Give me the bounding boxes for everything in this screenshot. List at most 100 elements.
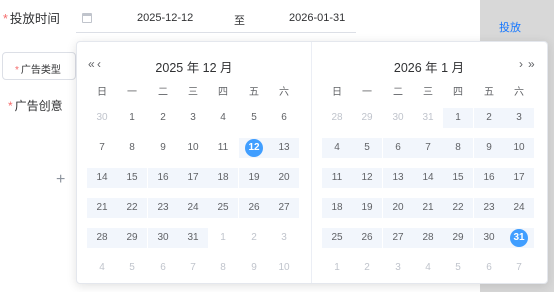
date-cell[interactable]: 7 xyxy=(504,258,534,278)
date-cell[interactable]: 12 xyxy=(352,168,382,188)
date-cell[interactable]: 4 xyxy=(87,258,117,278)
date-cell[interactable]: 23 xyxy=(148,198,178,218)
side-link[interactable]: 投放 xyxy=(499,19,521,35)
date-cell[interactable]: 24 xyxy=(178,198,208,218)
date-cell[interactable]: 21 xyxy=(413,198,443,218)
date-cell[interactable]: 29 xyxy=(117,228,147,248)
date-cell[interactable]: 28 xyxy=(87,228,117,248)
date-cell[interactable]: 1 xyxy=(117,108,147,128)
date-cell[interactable]: 13 xyxy=(383,168,413,188)
date-cell[interactable]: 7 xyxy=(178,258,208,278)
date-cell[interactable]: 4 xyxy=(322,138,352,158)
date-cell[interactable]: 3 xyxy=(504,108,534,128)
date-cell[interactable]: 31 xyxy=(178,228,208,248)
date-cell[interactable]: 20 xyxy=(383,198,413,218)
date-range-input[interactable]: 2025-12-12 至 2026-01-31 xyxy=(76,3,356,33)
date-cell[interactable]: 2 xyxy=(352,258,382,278)
next-month-button[interactable]: › xyxy=(519,57,523,71)
date-cell[interactable]: 10 xyxy=(178,138,208,158)
date-cell[interactable]: 11 xyxy=(208,138,238,158)
next-year-button[interactable]: » xyxy=(528,57,535,71)
date-cell[interactable]: 30 xyxy=(148,228,178,248)
date-number: 29 xyxy=(452,232,464,243)
date-cell[interactable]: 9 xyxy=(239,258,269,278)
date-cell[interactable]: 22 xyxy=(117,198,147,218)
date-cell[interactable]: 23 xyxy=(474,198,504,218)
date-cell[interactable]: 27 xyxy=(383,228,413,248)
date-cell[interactable]: 22 xyxy=(443,198,473,218)
date-cell[interactable]: 30 xyxy=(383,108,413,128)
date-cell[interactable]: 9 xyxy=(474,138,504,158)
date-cell[interactable]: 31 xyxy=(413,108,443,128)
selected-date-cell[interactable]: 31 xyxy=(504,228,534,248)
date-cell[interactable]: 8 xyxy=(443,138,473,158)
date-cell[interactable]: 18 xyxy=(208,168,238,188)
date-cell[interactable]: 9 xyxy=(148,138,178,158)
date-cell[interactable]: 21 xyxy=(87,198,117,218)
date-cell[interactable]: 14 xyxy=(413,168,443,188)
date-cell[interactable]: 5 xyxy=(239,108,269,128)
date-number: 29 xyxy=(361,112,373,123)
date-cell[interactable]: 4 xyxy=(413,258,443,278)
date-cell[interactable]: 6 xyxy=(269,108,299,128)
date-number: 10 xyxy=(278,262,290,273)
date-cell[interactable]: 5 xyxy=(443,258,473,278)
date-cell[interactable]: 25 xyxy=(208,198,238,218)
plus-icon[interactable]: + xyxy=(56,171,65,189)
date-cell[interactable]: 28 xyxy=(413,228,443,248)
date-cell[interactable]: 3 xyxy=(383,258,413,278)
date-cell[interactable]: 15 xyxy=(117,168,147,188)
date-cell[interactable]: 1 xyxy=(322,258,352,278)
date-cell[interactable]: 2 xyxy=(148,108,178,128)
date-cell[interactable]: 6 xyxy=(474,258,504,278)
date-cell[interactable]: 30 xyxy=(87,108,117,128)
date-cell[interactable]: 25 xyxy=(322,228,352,248)
date-cell[interactable]: 3 xyxy=(178,108,208,128)
date-cell[interactable]: 15 xyxy=(443,168,473,188)
date-cell[interactable]: 27 xyxy=(269,198,299,218)
end-date-input[interactable]: 2026-01-31 xyxy=(289,12,345,24)
date-cell[interactable]: 7 xyxy=(87,138,117,158)
date-cell[interactable]: 30 xyxy=(474,228,504,248)
date-cell[interactable]: 8 xyxy=(208,258,238,278)
date-cell[interactable]: 29 xyxy=(443,228,473,248)
date-cell[interactable]: 19 xyxy=(352,198,382,218)
date-cell[interactable]: 20 xyxy=(269,168,299,188)
date-cell[interactable]: 10 xyxy=(269,258,299,278)
date-cell[interactable]: 16 xyxy=(474,168,504,188)
date-cell[interactable]: 16 xyxy=(148,168,178,188)
selected-date-cell[interactable]: 12 xyxy=(239,138,269,158)
creative-upload-area[interactable] xyxy=(8,126,76,236)
date-cell[interactable]: 2 xyxy=(474,108,504,128)
date-cell[interactable]: 26 xyxy=(352,228,382,248)
date-cell[interactable]: 4 xyxy=(208,108,238,128)
date-cell[interactable]: 18 xyxy=(322,198,352,218)
date-cell[interactable]: 24 xyxy=(504,198,534,218)
date-cell[interactable]: 8 xyxy=(117,138,147,158)
date-cell[interactable]: 3 xyxy=(269,228,299,248)
date-cell[interactable]: 28 xyxy=(322,108,352,128)
date-cell[interactable]: 5 xyxy=(352,138,382,158)
date-cell[interactable]: 19 xyxy=(239,168,269,188)
start-date-input[interactable]: 2025-12-12 xyxy=(137,12,193,24)
date-cell[interactable]: 13 xyxy=(269,138,299,158)
date-cell[interactable]: 11 xyxy=(322,168,352,188)
date-cell[interactable]: 17 xyxy=(178,168,208,188)
date-cell[interactable]: 1 xyxy=(208,228,238,248)
date-number: 27 xyxy=(278,202,290,213)
date-number: 18 xyxy=(331,202,343,213)
ad-type-field[interactable]: * 广告类型 xyxy=(2,52,76,80)
calendar-icon xyxy=(82,13,92,23)
date-cell[interactable]: 6 xyxy=(148,258,178,278)
date-number: 16 xyxy=(483,172,495,183)
date-cell[interactable]: 6 xyxy=(383,138,413,158)
date-cell[interactable]: 7 xyxy=(413,138,443,158)
date-cell[interactable]: 26 xyxy=(239,198,269,218)
date-cell[interactable]: 17 xyxy=(504,168,534,188)
date-cell[interactable]: 10 xyxy=(504,138,534,158)
date-cell[interactable]: 1 xyxy=(443,108,473,128)
date-cell[interactable]: 14 xyxy=(87,168,117,188)
date-cell[interactable]: 2 xyxy=(239,228,269,248)
date-cell[interactable]: 29 xyxy=(352,108,382,128)
date-cell[interactable]: 5 xyxy=(117,258,147,278)
